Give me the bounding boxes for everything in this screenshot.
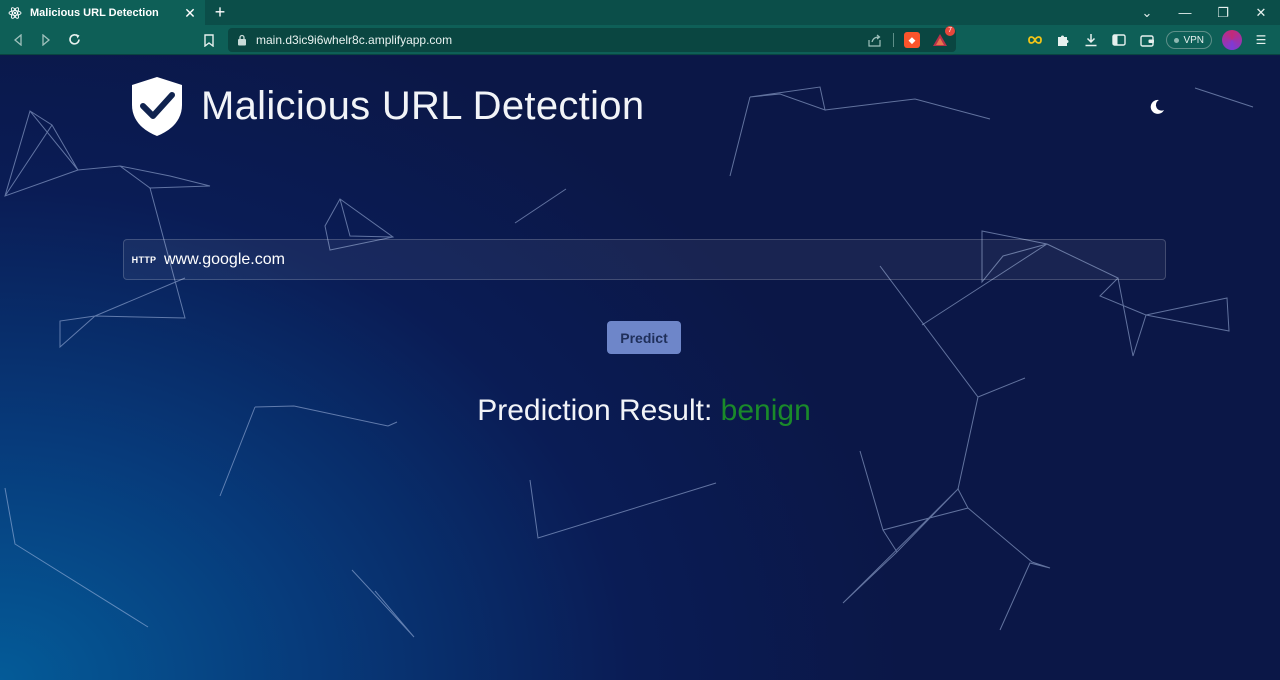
brave-shields-icon[interactable]: ◆ <box>904 32 920 48</box>
sidebar-icon[interactable] <box>1110 31 1128 49</box>
new-tab-button[interactable]: + <box>205 0 235 25</box>
brand: Malicious URL Detection <box>130 75 644 137</box>
close-window-button[interactable]: ✕ <box>1242 5 1280 21</box>
reload-button[interactable] <box>60 26 88 54</box>
tab-title: Malicious URL Detection <box>30 6 159 19</box>
network-background <box>4 86 1254 638</box>
url-input[interactable] <box>164 240 1165 279</box>
brave-rewards-icon[interactable]: 7 <box>932 26 955 48</box>
infinity-extension-icon[interactable] <box>1026 31 1044 49</box>
rewards-badge: 7 <box>945 26 955 36</box>
app-title: Malicious URL Detection <box>201 83 645 128</box>
restore-button[interactable]: ❐ <box>1204 5 1242 21</box>
url-input-group: HTTP <box>123 239 1166 280</box>
vpn-button[interactable]: VPN <box>1166 31 1212 49</box>
app-page: Malicious URL Detection HTTP Predict Pre… <box>0 56 1280 680</box>
result-label: Prediction Result: <box>477 394 713 427</box>
menu-icon[interactable]: ☰ <box>1252 31 1270 49</box>
address-bar[interactable]: main.d3ic9i6whelr8c.amplifyapp.com ◆ 7 <box>228 26 956 52</box>
separator <box>893 33 894 47</box>
forward-button[interactable] <box>32 26 60 54</box>
predict-button[interactable]: Predict <box>607 321 681 354</box>
bookmark-icon[interactable] <box>200 31 218 49</box>
lock-icon <box>236 34 248 46</box>
vpn-status-dot <box>1174 37 1180 43</box>
prediction-result: Prediction Result: benign <box>0 394 1280 428</box>
browser-toolbar: main.d3ic9i6whelr8c.amplifyapp.com ◆ 7 V… <box>0 25 1280 55</box>
extensions-puzzle-icon[interactable] <box>1054 31 1072 49</box>
url-prefix: HTTP <box>131 254 157 265</box>
browser-tab[interactable]: Malicious URL Detection ✕ <box>0 0 205 25</box>
address-text: main.d3ic9i6whelr8c.amplifyapp.com <box>256 33 453 47</box>
share-icon[interactable] <box>867 32 883 48</box>
minimize-button[interactable]: — <box>1166 5 1204 20</box>
vpn-label: VPN <box>1183 34 1204 46</box>
shield-check-icon <box>132 77 182 136</box>
profile-avatar[interactable] <box>1222 30 1242 50</box>
wallet-icon[interactable] <box>1138 31 1156 49</box>
back-button[interactable] <box>4 26 32 54</box>
tab-bar: Malicious URL Detection ✕ + ⌄ — ❐ ✕ <box>0 0 1280 25</box>
tab-search-icon[interactable]: ⌄ <box>1128 5 1166 21</box>
result-value: benign <box>720 394 811 427</box>
moon-icon[interactable] <box>1148 98 1166 116</box>
download-icon[interactable] <box>1082 31 1100 49</box>
close-tab-icon[interactable]: ✕ <box>183 6 197 20</box>
react-atom-icon <box>8 6 22 20</box>
